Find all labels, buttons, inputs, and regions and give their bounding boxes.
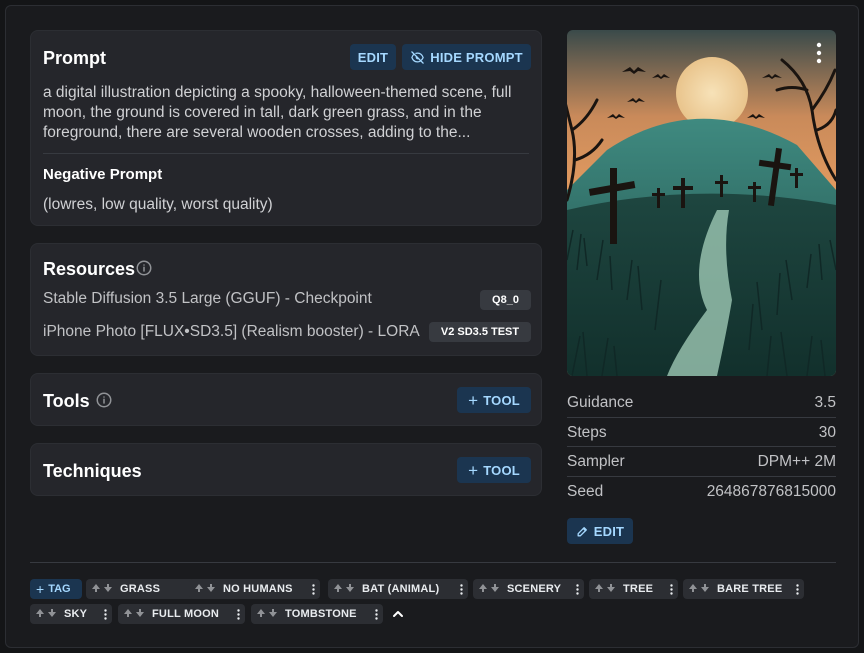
more-vertical-icon[interactable] (664, 583, 678, 595)
param-value: DPM++ 2M (757, 453, 836, 470)
param-label: Steps (567, 424, 607, 441)
tag-chip[interactable]: NO HUMANS (189, 579, 320, 599)
add-tool-button[interactable]: + TOOL (457, 387, 531, 413)
prompt-edit-label: EDIT (357, 49, 389, 65)
upvote-icon[interactable] (123, 608, 133, 621)
params-edit-button[interactable]: EDIT (567, 518, 633, 544)
param-row-steps: Steps 30 (567, 418, 836, 448)
resource-name[interactable]: iPhone Photo [FLUX•SD3.5] (Realism boost… (43, 323, 420, 341)
prompt-divider (43, 153, 529, 154)
resources-title: Resources (43, 259, 136, 279)
eye-off-icon (411, 50, 424, 64)
resource-name[interactable]: Stable Diffusion 3.5 Large (GGUF) - Chec… (43, 290, 372, 308)
upvote-icon[interactable] (333, 583, 343, 596)
downvote-icon[interactable] (700, 583, 710, 596)
plus-icon: + (36, 581, 45, 597)
param-row-seed: Seed 264867876815000 (567, 477, 836, 507)
downvote-icon[interactable] (345, 583, 355, 596)
upvote-icon[interactable] (35, 608, 45, 621)
resource-version-badge: Q8_0 (480, 290, 531, 310)
more-vertical-icon[interactable] (98, 608, 112, 620)
tag-label: BAT (ANIMAL) (362, 583, 440, 595)
resource-version-badge: V2 SD3.5 TEST (429, 322, 531, 342)
info-icon[interactable] (95, 391, 113, 409)
add-tool-label: TOOL (483, 392, 520, 408)
tag-chip[interactable]: FULL MOON (118, 604, 245, 624)
plus-icon: + (468, 460, 479, 480)
more-vertical-icon[interactable] (570, 583, 584, 595)
prompt-text: a digital illustration depicting a spook… (43, 84, 512, 141)
param-label: Sampler (567, 453, 625, 470)
collapse-tags-icon[interactable] (390, 606, 406, 622)
add-tag-label: TAG (48, 583, 71, 595)
tag-chip[interactable]: BAT (ANIMAL) (328, 579, 468, 599)
downvote-icon[interactable] (47, 608, 57, 621)
tag-label: SKY (64, 608, 88, 620)
downvote-icon[interactable] (206, 583, 216, 596)
negative-prompt-title: Negative Prompt (43, 166, 163, 183)
upvote-icon[interactable] (594, 583, 604, 596)
upvote-icon[interactable] (478, 583, 488, 596)
tag-label: TOMBSTONE (285, 608, 357, 620)
param-row-guidance: Guidance 3.5 (567, 388, 836, 418)
more-vertical-icon[interactable] (816, 42, 822, 64)
upvote-icon[interactable] (256, 608, 266, 621)
downvote-icon[interactable] (135, 608, 145, 621)
downvote-icon[interactable] (606, 583, 616, 596)
tag-chip[interactable]: TREE (589, 579, 678, 599)
tag-chip[interactable]: BARE TREE (683, 579, 804, 599)
param-value: 30 (818, 424, 836, 441)
tag-chip[interactable]: TOMBSTONE (251, 604, 383, 624)
info-icon[interactable] (135, 259, 153, 277)
resources-card: Resources Stable Diffusion 3.5 Large (GG… (30, 243, 542, 356)
tag-label: SCENERY (507, 583, 562, 595)
add-technique-label: TOOL (483, 462, 520, 478)
hide-prompt-button[interactable]: HIDE PROMPT (402, 44, 531, 70)
prompt-edit-button[interactable]: EDIT (350, 44, 396, 70)
upvote-icon[interactable] (688, 583, 698, 596)
param-row-sampler: Sampler DPM++ 2M (567, 447, 836, 477)
more-vertical-icon[interactable] (369, 608, 383, 620)
more-vertical-icon[interactable] (231, 608, 245, 620)
plus-icon: + (468, 390, 479, 410)
downvote-icon[interactable] (268, 608, 278, 621)
upvote-icon[interactable] (194, 583, 204, 596)
downvote-icon[interactable] (490, 583, 500, 596)
tag-label: TREE (623, 583, 654, 595)
param-value: 3.5 (814, 394, 836, 411)
param-value: 264867876815000 (706, 483, 836, 500)
tag-label: FULL MOON (152, 608, 219, 620)
param-label: Guidance (567, 394, 634, 411)
techniques-card: Techniques + TOOL (30, 443, 542, 496)
upvote-icon[interactable] (91, 583, 101, 596)
more-vertical-icon[interactable] (454, 583, 468, 595)
tag-chip[interactable]: SKY (30, 604, 112, 624)
halloween-scene-image (567, 30, 836, 376)
tools-title: Tools (43, 391, 90, 411)
pencil-icon (577, 526, 587, 536)
prompt-card: Prompt EDIT HIDE PROMPT a digital illust… (30, 30, 542, 226)
param-label: Seed (567, 483, 604, 500)
techniques-title: Techniques (43, 461, 142, 481)
tag-label: GRASS (120, 583, 161, 595)
tag-label: BARE TREE (717, 583, 783, 595)
section-divider (30, 562, 836, 563)
tag-chip[interactable]: SCENERY (473, 579, 584, 599)
prompt-title: Prompt (43, 48, 106, 68)
downvote-icon[interactable] (103, 583, 113, 596)
more-vertical-icon[interactable] (790, 583, 804, 595)
negative-prompt-text: (lowres, low quality, worst quality) (43, 196, 273, 213)
add-tag-button[interactable]: + TAG (30, 579, 82, 599)
generated-image[interactable] (567, 30, 836, 376)
params-edit-label: EDIT (593, 523, 625, 539)
hide-prompt-label: HIDE PROMPT (430, 49, 523, 65)
tools-card: Tools + TOOL (30, 373, 542, 426)
tag-label: NO HUMANS (223, 583, 293, 595)
add-technique-button[interactable]: + TOOL (457, 457, 531, 483)
more-vertical-icon[interactable] (306, 583, 320, 595)
